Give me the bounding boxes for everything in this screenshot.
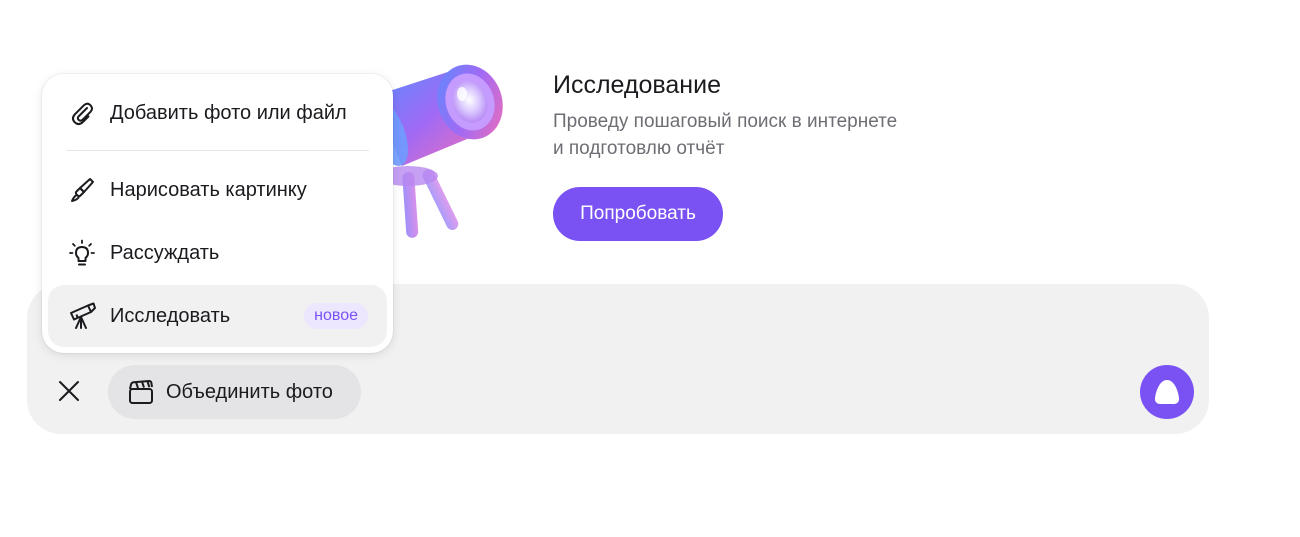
menu-item-label: Добавить фото или файл <box>110 101 347 124</box>
attach-mode-menu: Добавить фото или файл Нарисовать картин… <box>42 74 393 353</box>
promo-title: Исследование <box>553 71 721 99</box>
close-mode-button[interactable] <box>47 369 91 413</box>
promo-description-line-1: Проведу пошаговый поиск в интернете <box>553 111 898 132</box>
close-icon <box>59 381 79 401</box>
clapperboard-icon <box>129 380 153 404</box>
alice-icon <box>1154 380 1180 404</box>
new-badge: новое <box>304 303 368 329</box>
promo-description-line-2: и подготовлю отчёт <box>553 138 725 159</box>
telescope-icon <box>67 301 97 331</box>
menu-item-reason[interactable]: Рассуждать <box>48 222 387 284</box>
menu-item-label: Рассуждать <box>110 241 220 264</box>
page: Исследование Проведу пошаговый поиск в и… <box>0 0 1300 537</box>
mode-chip-merge-photos[interactable]: Объединить фото <box>108 365 361 419</box>
paintbrush-icon <box>67 175 97 205</box>
menu-item-research[interactable]: Исследовать новое <box>48 285 387 347</box>
promo-block: Исследование Проведу пошаговый поиск в и… <box>553 70 973 162</box>
paperclip-icon <box>67 98 97 128</box>
menu-divider <box>66 150 369 151</box>
promo-description: Проведу пошаговый поиск в интернете и по… <box>553 108 973 162</box>
mode-chip-label: Объединить фото <box>166 380 333 403</box>
menu-item-label: Исследовать <box>110 304 231 327</box>
menu-item-label: Нарисовать картинку <box>110 178 307 201</box>
alice-assistant-button[interactable] <box>1140 365 1194 419</box>
menu-item-draw-picture[interactable]: Нарисовать картинку <box>48 159 387 221</box>
menu-item-add-photo-or-file[interactable]: Добавить фото или файл <box>48 82 387 144</box>
try-button[interactable]: Попробовать <box>553 187 723 241</box>
lightbulb-icon <box>67 238 97 268</box>
